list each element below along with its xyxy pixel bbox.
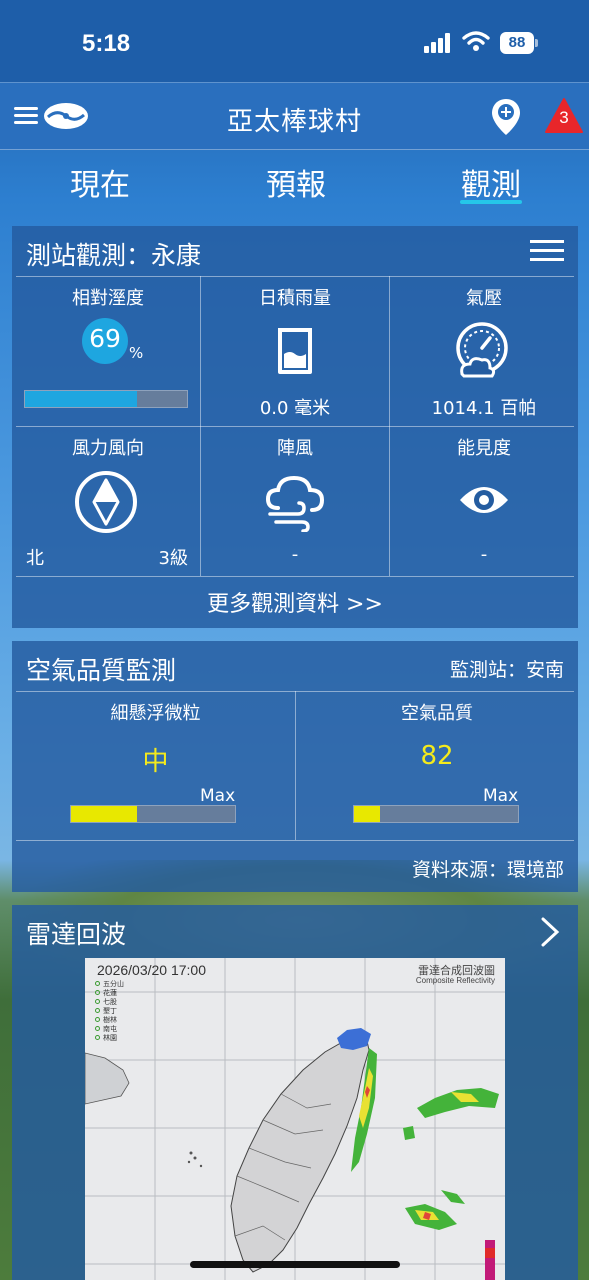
humidity-bar-fill: [25, 391, 137, 407]
tab-bar: 現在 預報 觀測: [0, 150, 589, 216]
station-observation-card: 測站觀測：永康 相對溼度 69 % 日積雨量 0.0 毫米 氣壓 1014.1 …: [12, 226, 578, 628]
humidity-unit: %: [129, 344, 144, 362]
radar-site-marker-icon: [95, 1035, 100, 1040]
radar-map-subtitle: Composite Reflectivity: [415, 976, 495, 985]
radar-legend-item: 墾丁: [95, 1007, 124, 1016]
pm25-max-label: Max: [200, 786, 236, 806]
radar-legend-item: 七股: [95, 998, 124, 1007]
alert-count: 3: [559, 108, 569, 127]
battery-icon: 88: [500, 32, 538, 54]
status-time: 5:18: [82, 30, 131, 57]
radar-timestamp: 2026/03/20 17:00: [97, 962, 206, 978]
radar-legend-label: 南屯: [103, 1025, 117, 1033]
home-indicator: [190, 1261, 400, 1268]
active-tab-indicator: [460, 200, 522, 204]
radar-legend-label: 林園: [103, 1034, 117, 1042]
radar-legend-label: 七股: [103, 998, 117, 1006]
station-menu-icon[interactable]: [530, 238, 564, 264]
tab-forecast[interactable]: 預報: [236, 160, 356, 204]
gust-label: 陣風: [277, 438, 313, 459]
radar-site-marker-icon: [95, 990, 100, 995]
more-observation-link[interactable]: 更多觀測資料 >>: [12, 586, 578, 618]
gust-cloud-icon: [265, 475, 325, 532]
air-quality-card: 空氣品質監測 監測站：安南 細懸浮微粒 中 Max 空氣品質 82 Max 資料…: [12, 641, 578, 892]
eye-icon: [460, 487, 508, 513]
add-location-icon[interactable]: [490, 97, 522, 137]
humidity-value: 69: [89, 324, 121, 353]
signal-icon: [424, 33, 454, 53]
air-monitor-station: 監測站：安南: [449, 659, 564, 681]
aqi-bar-fill: [354, 806, 381, 822]
radar-image[interactable]: 2026/03/20 17:00 雷達合成回波圖 Composite Refle…: [85, 958, 505, 1280]
radar-legend-label: 五分山: [103, 980, 124, 988]
radar-site-marker-icon: [95, 999, 100, 1004]
aqi-label: 空氣品質: [401, 703, 473, 724]
radar-legend-label: 花蓮: [103, 989, 117, 997]
radar-site-marker-icon: [95, 1017, 100, 1022]
rain-value: 0.0 毫米: [259, 398, 331, 419]
status-bar: 5:18 88: [0, 0, 589, 82]
radar-legend-item: 五分山: [95, 980, 124, 989]
visibility-label: 能見度: [457, 438, 511, 459]
tab-now[interactable]: 現在: [40, 160, 160, 204]
battery-level: 88: [500, 32, 534, 54]
radar-station-legend: 五分山 花蓮 七股 墾丁 樹林 南屯 林園: [95, 980, 124, 1043]
chevron-right-icon[interactable]: [540, 917, 560, 947]
visibility-value: -: [480, 544, 488, 565]
aqi-max-label: Max: [483, 786, 519, 806]
wind-compass-icon: [75, 471, 137, 533]
pressure-value: 1014.1 百帕: [431, 398, 537, 419]
radar-legend-label: 墾丁: [103, 1007, 117, 1015]
pm25-label: 細懸浮微粒: [110, 703, 201, 724]
rain-gauge-icon: [278, 328, 312, 374]
radar-site-marker-icon: [95, 981, 100, 986]
radar-legend-item: 樹林: [95, 1016, 124, 1025]
humidity-label: 相對溼度: [72, 288, 144, 309]
radar-legend-label: 樹林: [103, 1016, 117, 1024]
barometer-icon: [456, 322, 508, 378]
radar-title: 雷達回波: [26, 920, 127, 949]
wind-label: 風力風向: [72, 438, 144, 459]
aqi-value: 82: [420, 741, 454, 771]
pressure-label: 氣壓: [466, 288, 502, 309]
radar-legend-item: 林園: [95, 1034, 124, 1043]
rain-label: 日積雨量: [259, 288, 331, 309]
app-header: 亞太棒球村 3: [0, 82, 589, 150]
humidity-bar: [24, 390, 188, 408]
wifi-icon: [462, 31, 490, 51]
radar-site-marker-icon: [95, 1026, 100, 1031]
warning-alert-button[interactable]: 3: [544, 97, 584, 135]
pm25-bar: [70, 805, 236, 823]
gust-value: -: [291, 544, 299, 565]
air-quality-title: 空氣品質監測: [26, 656, 177, 685]
radar-site-marker-icon: [95, 1008, 100, 1013]
station-title: 測站觀測：永康: [26, 241, 202, 270]
wind-level: 3級: [158, 548, 188, 569]
air-data-source: 資料來源：環境部: [411, 859, 564, 881]
pm25-bar-fill: [71, 806, 137, 822]
pm25-value: 中: [142, 747, 169, 777]
radar-map: [85, 958, 505, 1280]
wind-direction: 北: [26, 548, 44, 569]
radar-legend-item: 南屯: [95, 1025, 124, 1034]
tab-observation[interactable]: 觀測: [431, 160, 551, 204]
radar-legend-item: 花蓮: [95, 989, 124, 998]
aqi-bar: [353, 805, 519, 823]
